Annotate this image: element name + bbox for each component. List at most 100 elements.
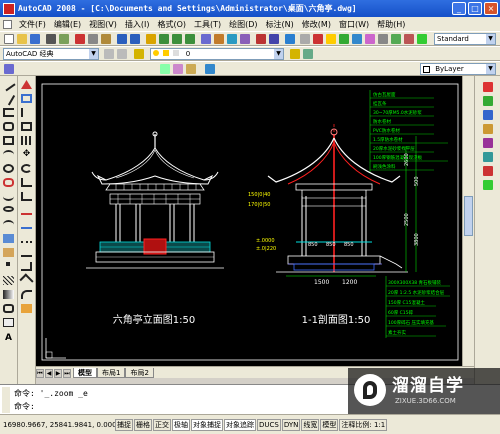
menu-view[interactable]: 视图(V) [85,19,121,30]
revision-cloud-icon[interactable] [3,178,14,187]
construction-line-icon[interactable] [1,91,16,106]
command-prompt-input[interactable]: 命令: [14,401,35,412]
zoom-realtime-icon[interactable] [159,34,169,44]
dim-radius-right-icon[interactable] [483,138,493,148]
dim-linear-right-icon[interactable] [483,82,493,92]
dim-arc-icon[interactable] [483,110,493,120]
explode-icon[interactable] [21,304,32,313]
mirror-icon[interactable] [21,108,32,117]
join-icon[interactable] [21,262,32,271]
annotation-scale[interactable]: 注释比例: 1:1 [339,418,388,431]
layer-icon[interactable] [300,34,310,44]
design-center-icon[interactable] [214,34,224,44]
chevron-down-icon[interactable]: ▼ [486,64,495,74]
extend-icon[interactable] [21,220,32,229]
help-icon[interactable] [285,34,295,44]
zoom-window-icon[interactable] [172,34,182,44]
polyline-icon[interactable] [3,108,14,117]
break-icon[interactable] [21,248,32,257]
ellipse-arc-icon[interactable] [3,220,14,229]
grid-toggle[interactable]: 栅格 [134,418,152,431]
block-icon[interactable] [378,34,388,44]
maximize-button[interactable]: □ [468,2,482,15]
menu-modify[interactable]: 修改(M) [298,19,335,30]
tab-layout2[interactable]: 布局2 [125,368,154,378]
my-workspace-icon[interactable] [117,49,127,59]
menu-file[interactable]: 文件(F) [15,19,50,30]
dim-linear-icon[interactable] [205,64,215,74]
tab-model[interactable]: 模型 [73,368,97,378]
match-properties-icon[interactable] [4,64,14,74]
chevron-down-icon[interactable]: ▼ [89,49,98,59]
chevron-down-icon[interactable]: ▼ [274,49,283,59]
menu-draw[interactable]: 绘图(D) [225,19,261,30]
redo-icon[interactable] [130,34,140,44]
region-icon[interactable] [391,34,401,44]
circle-icon[interactable] [3,164,14,173]
array-icon[interactable] [21,136,32,145]
table-style-icon[interactable] [339,34,349,44]
tool-palette-icon[interactable] [227,34,237,44]
copy-icon[interactable] [88,34,98,44]
zoom-previous-icon[interactable] [185,34,195,44]
tab-layout1[interactable]: 布局1 [97,368,126,378]
move-icon[interactable]: ✥ [21,150,32,159]
line-icon[interactable] [1,77,16,92]
model-toggle[interactable]: 模型 [320,418,339,431]
quick-dim-icon[interactable] [483,180,493,190]
fillet-icon[interactable] [21,290,32,299]
osnap-toggle[interactable]: 对象捕捉 [191,418,223,431]
dim-style-icon[interactable] [313,34,323,44]
point-icon[interactable] [6,262,10,266]
dim-diameter-icon[interactable] [483,152,493,162]
menu-insert[interactable]: 插入(I) [121,19,154,30]
layer-select[interactable]: 0 ▼ [150,48,284,60]
dim-aligned-icon[interactable] [173,64,183,74]
menu-format[interactable]: 格式(O) [153,19,190,30]
copy-object-icon[interactable] [21,94,32,103]
trim-icon[interactable] [21,206,32,215]
text-style-icon[interactable] [326,34,336,44]
prev-tab-icon[interactable]: ◀ [45,369,53,378]
table-icon[interactable] [3,318,14,327]
layer-previous-icon[interactable] [303,49,313,59]
multileader-icon[interactable] [365,34,375,44]
dim-toolbar-icon[interactable] [160,64,170,74]
calculator-icon[interactable] [269,34,279,44]
multiline-text-icon[interactable]: A [3,334,14,343]
gradient-draw-icon[interactable] [3,290,14,299]
dim-aligned-right-icon[interactable] [483,96,493,106]
command-window-grip[interactable] [2,387,10,413]
drawing-canvas[interactable]: 六角亭立面图1:50 1500 1200 850 850 850 150|0|4… [36,76,474,366]
autocad-app-icon[interactable] [3,2,15,15]
dyn-toggle[interactable]: DYN [281,418,301,431]
first-tab-icon[interactable]: ⏮ [36,369,44,378]
ducs-toggle[interactable]: DUCS [257,418,281,431]
scale-icon[interactable] [21,178,32,187]
last-tab-icon[interactable]: ⏭ [63,369,71,378]
ellipse-icon[interactable] [3,206,14,212]
menu-tools[interactable]: 工具(T) [190,19,225,30]
ortho-toggle[interactable]: 正交 [153,418,171,431]
offset-icon[interactable] [21,122,32,131]
menu-edit[interactable]: 编辑(E) [50,19,85,30]
break-at-point-icon[interactable] [21,234,32,243]
stretch-icon[interactable] [21,192,32,201]
otrack-toggle[interactable]: 对象追踪 [224,418,256,431]
gradient-icon[interactable] [417,34,427,44]
sheet-set-icon[interactable] [240,34,250,44]
menu-help[interactable]: 帮助(H) [373,19,409,30]
vertical-scrollbar[interactable] [462,76,474,366]
color-select[interactable]: ByLayer ▼ [420,63,496,75]
workspace-settings-icon[interactable] [104,49,114,59]
preview-icon[interactable] [59,34,69,44]
chevron-down-icon[interactable]: ▼ [486,34,495,44]
save-icon[interactable] [30,34,40,44]
properties-icon[interactable] [201,34,211,44]
document-icon[interactable] [3,19,12,29]
layer-manager-icon[interactable] [134,49,144,59]
new-icon[interactable] [4,34,14,44]
chamfer-icon[interactable] [19,273,34,288]
erase-icon[interactable] [21,80,32,89]
close-button[interactable]: × [484,2,498,15]
